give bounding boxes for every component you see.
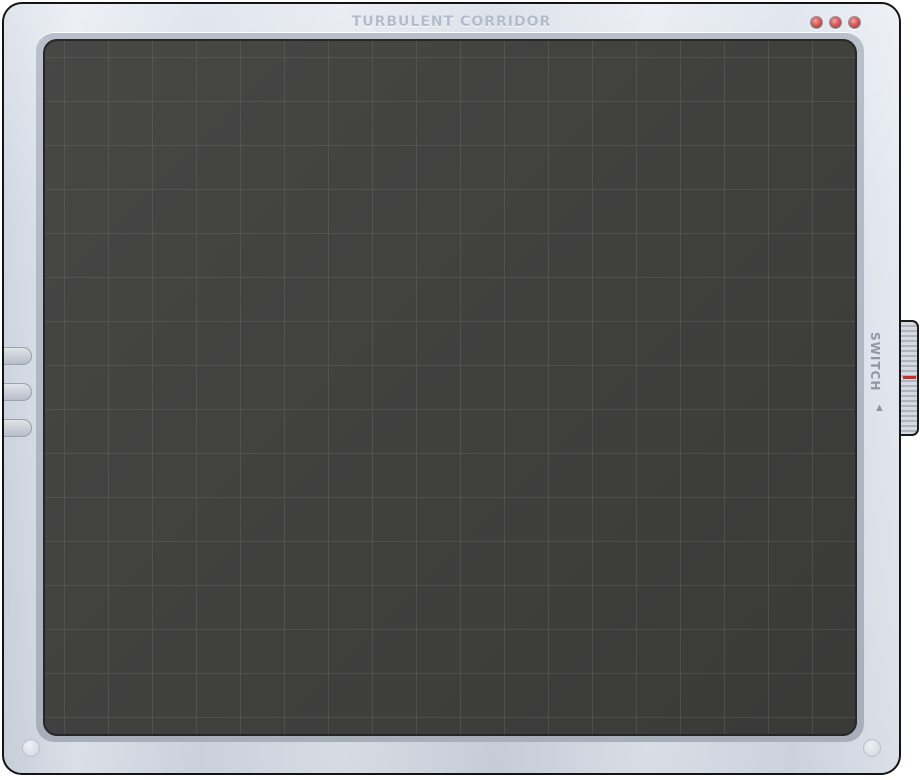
display-screen[interactable] bbox=[43, 39, 857, 736]
side-tab-2[interactable] bbox=[4, 383, 32, 401]
switch-label-area: SWITCH ▲ bbox=[868, 332, 894, 432]
switch-arrow-icon: ▲ bbox=[874, 402, 885, 414]
window-button-1-icon[interactable] bbox=[810, 16, 823, 29]
left-side-tabs bbox=[4, 347, 32, 437]
side-tab-1[interactable] bbox=[4, 347, 32, 365]
window-button-2-icon[interactable] bbox=[829, 16, 842, 29]
switch-label: SWITCH bbox=[868, 332, 882, 392]
window-title: TURBULENT CORRIDOR bbox=[351, 14, 552, 30]
window-controls bbox=[810, 16, 861, 29]
screw-bottom-right-icon bbox=[863, 739, 881, 757]
window-button-3-icon[interactable] bbox=[848, 16, 861, 29]
side-tab-3[interactable] bbox=[4, 419, 32, 437]
switch-marker-icon bbox=[903, 376, 916, 379]
screw-bottom-left-icon bbox=[22, 739, 40, 757]
